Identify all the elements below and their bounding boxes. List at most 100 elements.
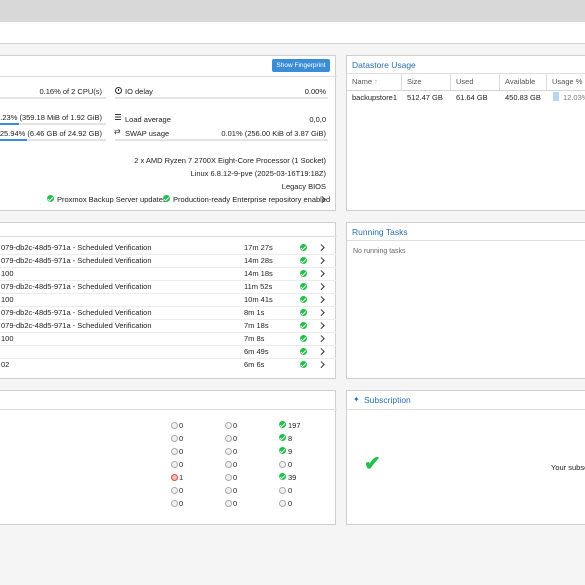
server-status-panel: Show Fingerprint 0.16% of 2 CPU(s) IO de…	[0, 55, 337, 211]
task-description: 02	[1, 360, 10, 369]
datastore-usage-bar	[553, 92, 559, 101]
subscription-panel: ✦ Subscription ✔ Your subsc	[346, 390, 585, 525]
swap-usage-label: SWAP usage	[125, 129, 170, 138]
datastore-usage-title: Datastore Usage	[352, 60, 416, 70]
task-open-chevron-icon[interactable]	[318, 257, 325, 264]
task-open-chevron-icon[interactable]	[318, 244, 325, 251]
error-count-icon	[171, 448, 178, 455]
toolbar	[0, 22, 585, 44]
task-ok-icon	[300, 283, 307, 290]
running-tasks-title: Running Tasks	[352, 227, 408, 237]
task-duration: 7m 18s	[244, 321, 269, 330]
io-delay-value: 0.00%	[304, 87, 326, 96]
swap-icon: ⇄	[114, 127, 121, 136]
row-separator	[0, 319, 337, 320]
error-count: 0	[179, 460, 184, 469]
show-fingerprint-button[interactable]: Show Fingerprint	[272, 59, 330, 72]
updates-ok-icon	[47, 195, 54, 202]
task-open-chevron-icon[interactable]	[318, 296, 325, 303]
subscription-ok-icon: ✔	[364, 453, 381, 475]
task-open-chevron-icon[interactable]	[318, 348, 325, 355]
warning-count: 0	[233, 434, 238, 443]
error-count: 0	[179, 486, 184, 495]
column-header-used[interactable]: Used	[451, 73, 500, 90]
cpu-usage-value: 0.16% of 2 CPU(s)	[39, 87, 102, 96]
boot-mode: Legacy BIOS	[281, 182, 326, 191]
memory-usage-fill	[0, 123, 19, 125]
warning-count: 0	[233, 460, 238, 469]
warning-count-icon	[225, 487, 232, 494]
task-description: 100	[1, 269, 14, 278]
datastore-name: backupstore1	[352, 93, 398, 102]
ok-count: 0	[288, 486, 293, 495]
task-open-chevron-icon[interactable]	[318, 309, 325, 316]
task-duration: 11m 52s	[244, 282, 273, 291]
row-separator	[0, 345, 337, 346]
task-ok-icon	[300, 348, 307, 355]
column-header-name[interactable]: Name ↑	[347, 73, 402, 90]
error-count: 0	[179, 421, 184, 430]
datastore-usage-value: 12.03%	[563, 93, 585, 102]
task-duration: 6m 49s	[244, 347, 269, 356]
warning-count: 0	[233, 486, 238, 495]
header-separator	[347, 240, 585, 241]
load-average-value: 0,0,0	[309, 115, 326, 124]
load-average-icon	[115, 114, 121, 120]
task-description: 079-db2c-48d5-971a - Scheduled Verificat…	[1, 321, 152, 330]
datastore-size: 512.47 GB	[407, 93, 443, 102]
header-separator	[0, 409, 337, 410]
io-delay-bar	[115, 97, 328, 99]
task-description: 079-db2c-48d5-971a - Scheduled Verificat…	[1, 243, 152, 252]
running-tasks-panel: Running Tasks No running tasks	[346, 222, 585, 379]
sort-ascending-icon: ↑	[374, 77, 378, 86]
row-separator	[0, 358, 337, 359]
column-header-usage[interactable]: Usage %	[547, 73, 585, 90]
warning-count-icon	[225, 422, 232, 429]
datastore-available: 450.83 GB	[505, 93, 541, 102]
task-duration: 14m 18s	[244, 269, 273, 278]
warning-count: 0	[233, 499, 238, 508]
warning-count-icon	[225, 461, 232, 468]
top-header-bar	[0, 0, 585, 22]
task-duration: 8m 1s	[244, 308, 265, 317]
ok-count-icon	[279, 447, 286, 454]
header-bottom-border	[347, 90, 585, 91]
warning-count-icon	[225, 435, 232, 442]
error-count: 0	[179, 434, 184, 443]
task-open-chevron-icon[interactable]	[318, 335, 325, 342]
subscription-status-text: Your subsc	[551, 463, 585, 472]
ok-count-icon	[279, 461, 286, 468]
error-count-icon	[171, 422, 178, 429]
swap-usage-value: 0.01% (256.00 KiB of 3.87 GiB)	[221, 129, 326, 138]
error-count-icon	[171, 487, 178, 494]
memory-usage-value: 18.23% (359.18 MiB of 1.92 GiB)	[0, 113, 102, 122]
ok-count: 39	[288, 473, 297, 482]
header-separator	[347, 409, 585, 410]
column-header-size[interactable]: Size	[402, 73, 451, 90]
task-ok-icon	[300, 309, 307, 316]
task-ok-icon	[300, 361, 307, 368]
error-count: 1	[179, 473, 184, 482]
task-ok-icon	[300, 322, 307, 329]
io-delay-label: IO delay	[125, 87, 153, 96]
subscription-icon: ✦	[353, 395, 360, 404]
error-count: 0	[179, 447, 184, 456]
task-duration: 6m 6s	[244, 360, 265, 369]
row-separator	[0, 267, 337, 268]
task-history-panel: 079-db2c-48d5-971a - Scheduled Verificat…	[0, 222, 337, 379]
task-open-chevron-icon[interactable]	[318, 283, 325, 290]
task-open-chevron-icon[interactable]	[318, 270, 325, 277]
task-duration: 10m 41s	[244, 295, 273, 304]
column-header-label: Name	[352, 77, 373, 86]
column-header-available[interactable]: Available	[500, 73, 547, 90]
task-ok-icon	[300, 244, 307, 251]
task-description: 100	[1, 295, 14, 304]
row-separator	[0, 254, 337, 255]
no-running-tasks-text: No running tasks	[353, 248, 406, 255]
ok-count: 0	[288, 460, 293, 469]
task-open-chevron-icon[interactable]	[318, 361, 325, 368]
task-ok-icon	[300, 257, 307, 264]
task-open-chevron-icon[interactable]	[318, 322, 325, 329]
load-average-label: Load average	[125, 115, 171, 124]
cpu-usage-bar	[0, 97, 106, 99]
